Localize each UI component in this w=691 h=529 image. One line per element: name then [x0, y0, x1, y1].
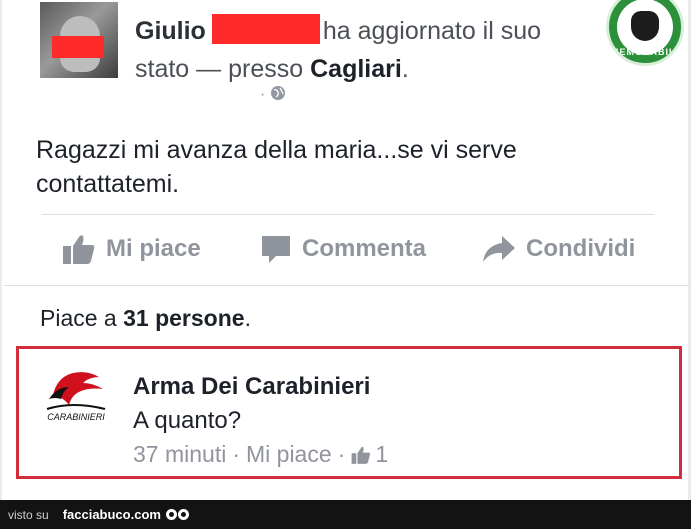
post-body: Ragazzi mi avanza della maria...se vi se… — [36, 136, 517, 198]
separator: · — [337, 441, 346, 467]
comment-author[interactable]: Arma Dei Carabinieri — [133, 373, 370, 401]
logo-text: CARABINIERI — [47, 412, 105, 422]
author-name[interactable]: Giulio — [135, 17, 206, 45]
comment-like-count[interactable]: 1 — [375, 441, 388, 468]
comment-label: Commenta — [302, 235, 427, 262]
footer-site[interactable]: facciabuco.com — [63, 507, 161, 522]
location-link[interactable]: Cagliari — [310, 55, 402, 83]
share-button[interactable]: Condividi — [482, 226, 635, 272]
post-card: Giulio ha aggiornato il suo stato — press… — [2, 0, 690, 500]
post-meta: · — [260, 85, 286, 104]
eye-left — [165, 509, 177, 520]
comment-time[interactable]: 37 minuti — [133, 441, 226, 468]
globe-icon[interactable] — [270, 85, 286, 101]
comment-button[interactable]: Commenta — [260, 226, 426, 272]
separator: · — [232, 441, 240, 467]
badge-text: MEMORABILI — [611, 47, 679, 57]
author-avatar[interactable] — [40, 2, 118, 78]
eye-right — [177, 509, 189, 520]
likes-prefix: Piace a — [40, 305, 117, 331]
memorabili-badge: MEMORABILI — [606, 0, 684, 66]
name-redaction — [211, 14, 320, 44]
location-prefix: presso — [228, 55, 304, 83]
meta-dot: · — [260, 86, 266, 103]
share-label: Condividi — [526, 235, 636, 262]
carabinieri-logo-icon[interactable]: CARABINIERI — [43, 365, 109, 425]
share-icon — [483, 236, 515, 262]
likes-count: 31 persone — [123, 305, 245, 331]
like-button[interactable]: Mi piace — [62, 226, 201, 272]
likes-summary[interactable]: Piace a 31 persone. — [40, 305, 251, 332]
thumbs-up-icon — [63, 235, 95, 264]
action-bar: Mi piace Commenta Condividi — [42, 226, 654, 272]
like-label: Mi piace — [106, 235, 201, 262]
action-text: ha aggiornato il suo — [322, 17, 542, 45]
bearded-face-logo-icon — [631, 11, 659, 41]
comment-meta: 37 minuti · Mi piace · 1 — [133, 441, 388, 468]
divider — [4, 285, 690, 286]
likes-suffix: . — [244, 305, 251, 331]
eyes-icon — [165, 509, 189, 520]
watermark-footer: visto su facciabuco.com — [0, 500, 691, 529]
dash: — — [196, 55, 222, 83]
avatar-redaction — [52, 36, 104, 58]
post-header: Giulio ha aggiornato il suo stato — press… — [135, 12, 595, 88]
divider — [42, 214, 654, 215]
action-text-2: stato — [135, 55, 190, 83]
location-suffix: . — [401, 55, 409, 83]
thumbs-up-icon — [351, 446, 371, 464]
highlighted-comment: CARABINIERI Arma Dei Carabinieri A quant… — [16, 346, 682, 479]
footer-visto: visto su — [8, 507, 49, 522]
comment-icon — [262, 236, 290, 263]
comment-like-button[interactable]: Mi piace — [246, 441, 332, 468]
comment-text: A quanto? — [133, 407, 242, 434]
